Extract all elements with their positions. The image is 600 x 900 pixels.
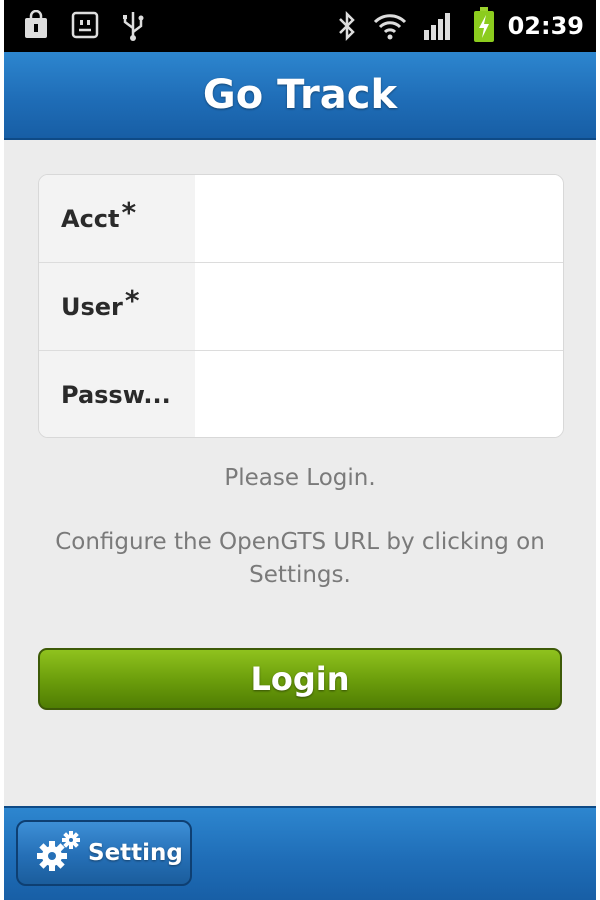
status-bar: 02:39 <box>4 0 596 52</box>
setting-label: Setting <box>88 840 183 866</box>
account-row: Acct * <box>39 175 563 263</box>
app-screen: 02:39 Go Track Acct * User * Passw... Plea… <box>4 0 596 900</box>
status-time: 02:39 <box>507 12 584 40</box>
bluetooth-icon <box>336 10 358 46</box>
password-label: Passw... <box>39 351 195 437</box>
login-button[interactable]: Login <box>38 648 562 710</box>
account-required-mark: * <box>121 196 137 229</box>
signal-icon <box>422 10 452 46</box>
user-label-text: User <box>61 292 123 321</box>
user-label: User * <box>39 263 195 350</box>
bottom-bar: Setting <box>4 806 596 900</box>
config-hint-text: Configure the OpenGTS URL by clicking on… <box>55 529 545 588</box>
title-bar: Go Track <box>4 52 596 140</box>
password-label-text: Passw... <box>61 380 171 409</box>
account-label-text: Acct <box>61 204 120 233</box>
account-input[interactable] <box>195 175 563 262</box>
login-form: Acct * User * Passw... <box>38 174 564 438</box>
password-row: Passw... <box>39 351 563 437</box>
user-required-mark: * <box>124 284 140 317</box>
battery-charging-icon <box>472 6 496 48</box>
app-title: Go Track <box>202 72 398 118</box>
usb-icon <box>120 10 146 46</box>
wifi-icon <box>372 10 408 46</box>
login-prompt-text: Please Login. <box>224 465 376 491</box>
user-input[interactable] <box>195 263 563 350</box>
gear-icon <box>36 830 82 876</box>
android-face-icon <box>70 10 100 44</box>
setting-button[interactable]: Setting <box>16 820 192 886</box>
password-input[interactable] <box>195 351 563 437</box>
user-row: User * <box>39 263 563 351</box>
shopping-bag-icon <box>22 9 50 44</box>
account-label: Acct * <box>39 175 195 262</box>
